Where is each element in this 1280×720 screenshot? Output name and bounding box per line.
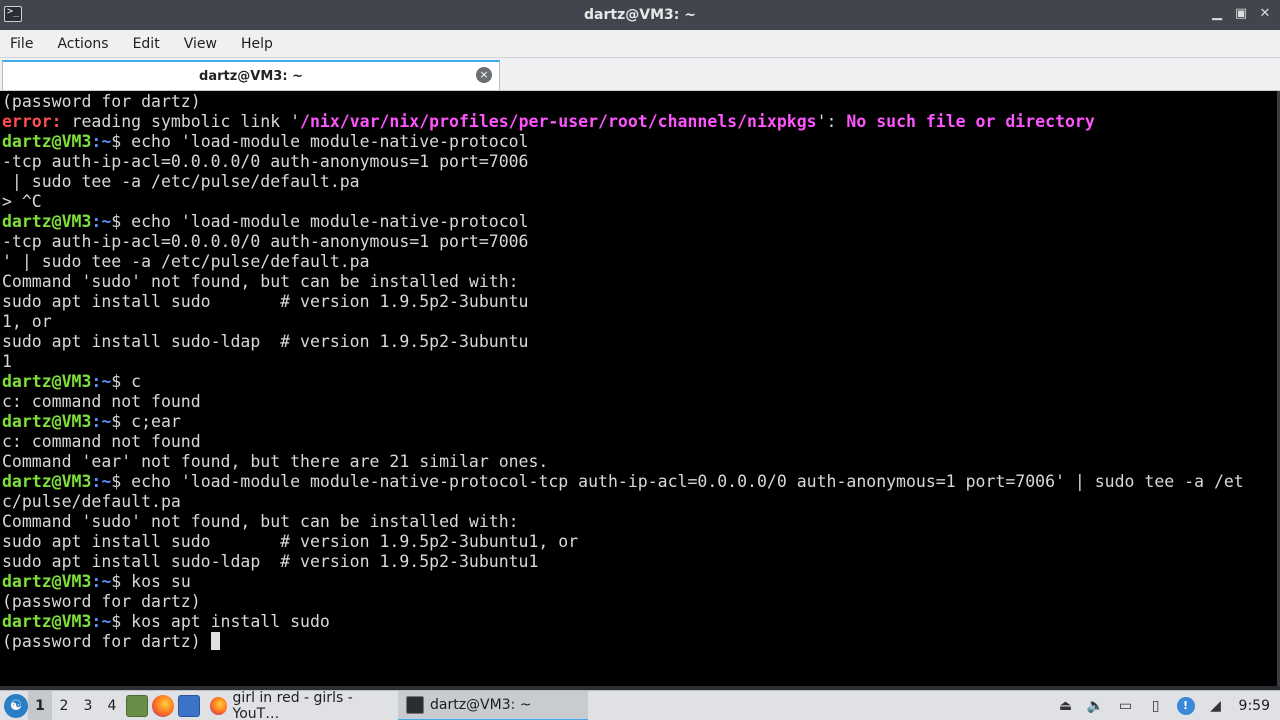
update-notifier-icon[interactable]: ! xyxy=(1176,697,1195,715)
terminal-output[interactable]: (password for dartz) error: reading symb… xyxy=(0,91,1280,686)
terminal-line: Command 'sudo' not found, but can be ins… xyxy=(2,512,519,531)
minimize-button[interactable]: ▁ xyxy=(1210,5,1224,23)
desktop-4-button[interactable]: 4 xyxy=(100,691,124,720)
close-button[interactable]: ✕ xyxy=(1258,5,1272,23)
desktop-1-button[interactable]: 1 xyxy=(28,690,52,720)
terminal-line: dartz@VM3:~$ kos apt install sudo xyxy=(2,612,330,631)
terminal-line: c/pulse/default.pa xyxy=(2,492,181,511)
menu-view[interactable]: View xyxy=(184,36,217,52)
firefox-icon[interactable] xyxy=(152,694,174,717)
system-tray: ⏏ 🔈 ▭ ▯ ! ◢ 9:59 xyxy=(1051,691,1280,720)
terminal-icon xyxy=(406,695,424,714)
terminal-line: c: command not found xyxy=(2,432,201,451)
terminal-line: ' | sudo tee -a /etc/pulse/default.pa xyxy=(2,252,370,271)
file-manager-icon[interactable] xyxy=(126,694,148,717)
terminal-line: error: reading symbolic link '/nix/var/n… xyxy=(2,112,1095,131)
restore-button[interactable]: ▣ xyxy=(1234,5,1248,23)
terminal-line: dartz@VM3:~$ c;ear xyxy=(2,412,181,431)
terminal-line: dartz@VM3:~$ echo 'load-module module-na… xyxy=(2,132,529,151)
window-titlebar[interactable]: dartz@VM3: ~ ▁ ▣ ✕ xyxy=(0,0,1280,30)
menu-bar: File Actions Edit View Help xyxy=(0,30,1280,58)
terminal-line: (password for dartz) xyxy=(2,592,201,611)
terminal-line: sudo apt install sudo-ldap # version 1.9… xyxy=(2,332,529,351)
terminal-line: dartz@VM3:~$ kos su xyxy=(2,572,191,591)
eject-icon[interactable]: ⏏ xyxy=(1057,697,1075,715)
menu-file[interactable]: File xyxy=(10,36,33,52)
terminal-line: (password for dartz) xyxy=(2,92,201,111)
text-cursor xyxy=(210,632,220,650)
task-terminal[interactable]: dartz@VM3: ~ xyxy=(398,690,588,720)
terminal-line: 1, or xyxy=(2,312,52,331)
volume-icon[interactable]: 🔈 xyxy=(1087,697,1105,715)
terminal-line: dartz@VM3:~$ echo 'load-module module-na… xyxy=(2,212,529,231)
terminal-line: -tcp auth-ip-acl=0.0.0.0/0 auth-anonymou… xyxy=(2,152,529,171)
terminal-line: > ^C xyxy=(2,192,42,211)
menu-actions[interactable]: Actions xyxy=(57,36,108,52)
clock[interactable]: 9:59 xyxy=(1239,698,1270,714)
app-menu-icon[interactable]: ☯ xyxy=(4,693,28,718)
window-controls: ▁ ▣ ✕ xyxy=(1210,5,1272,23)
terminal-input-line[interactable]: (password for dartz) xyxy=(2,632,1244,652)
terminal-line: sudo apt install sudo-ldap # version 1.9… xyxy=(2,552,539,571)
task-youtube[interactable]: girl in red - girls - YouT… xyxy=(202,689,398,720)
clipboard-icon[interactable]: ▯ xyxy=(1147,697,1165,715)
terminal-app-icon[interactable] xyxy=(4,6,22,22)
task-label: dartz@VM3: ~ xyxy=(430,696,532,713)
terminal-line: Command 'sudo' not found, but can be ins… xyxy=(2,272,519,291)
desktop-3-button[interactable]: 3 xyxy=(76,691,100,720)
window-title: dartz@VM3: ~ xyxy=(584,7,696,23)
terminal-line: c: command not found xyxy=(2,392,201,411)
terminal-line: sudo apt install sudo # version 1.9.5p2-… xyxy=(2,292,529,311)
show-desktop-icon[interactable] xyxy=(178,694,200,717)
taskbar: ☯ 1 2 3 4 girl in red - girls - YouT… da… xyxy=(0,690,1280,720)
terminal-line: dartz@VM3:~$ echo 'load-module module-na… xyxy=(2,472,1244,491)
tab-bar: dartz@VM3: ~ × xyxy=(0,58,1280,91)
terminal-line: dartz@VM3:~$ c xyxy=(2,372,142,391)
tab-close-icon[interactable]: × xyxy=(476,67,492,83)
terminal-line: | sudo tee -a /etc/pulse/default.pa xyxy=(2,172,360,191)
terminal-line: 1 xyxy=(2,352,12,371)
terminal-line: Command 'ear' not found, but there are 2… xyxy=(2,452,549,471)
tab-label: dartz@VM3: ~ xyxy=(199,68,303,84)
terminal-line: -tcp auth-ip-acl=0.0.0.0/0 auth-anonymou… xyxy=(2,232,529,251)
network-icon[interactable]: ◢ xyxy=(1207,697,1225,715)
keyboard-icon[interactable]: ▭ xyxy=(1117,697,1135,715)
terminal-line: sudo apt install sudo # version 1.9.5p2-… xyxy=(2,532,579,551)
task-label: girl in red - girls - YouT… xyxy=(232,689,353,720)
firefox-icon xyxy=(210,696,227,715)
menu-help[interactable]: Help xyxy=(241,36,273,52)
tab-terminal[interactable]: dartz@VM3: ~ × xyxy=(2,60,500,90)
menu-edit[interactable]: Edit xyxy=(133,36,160,52)
desktop-2-button[interactable]: 2 xyxy=(52,691,76,720)
